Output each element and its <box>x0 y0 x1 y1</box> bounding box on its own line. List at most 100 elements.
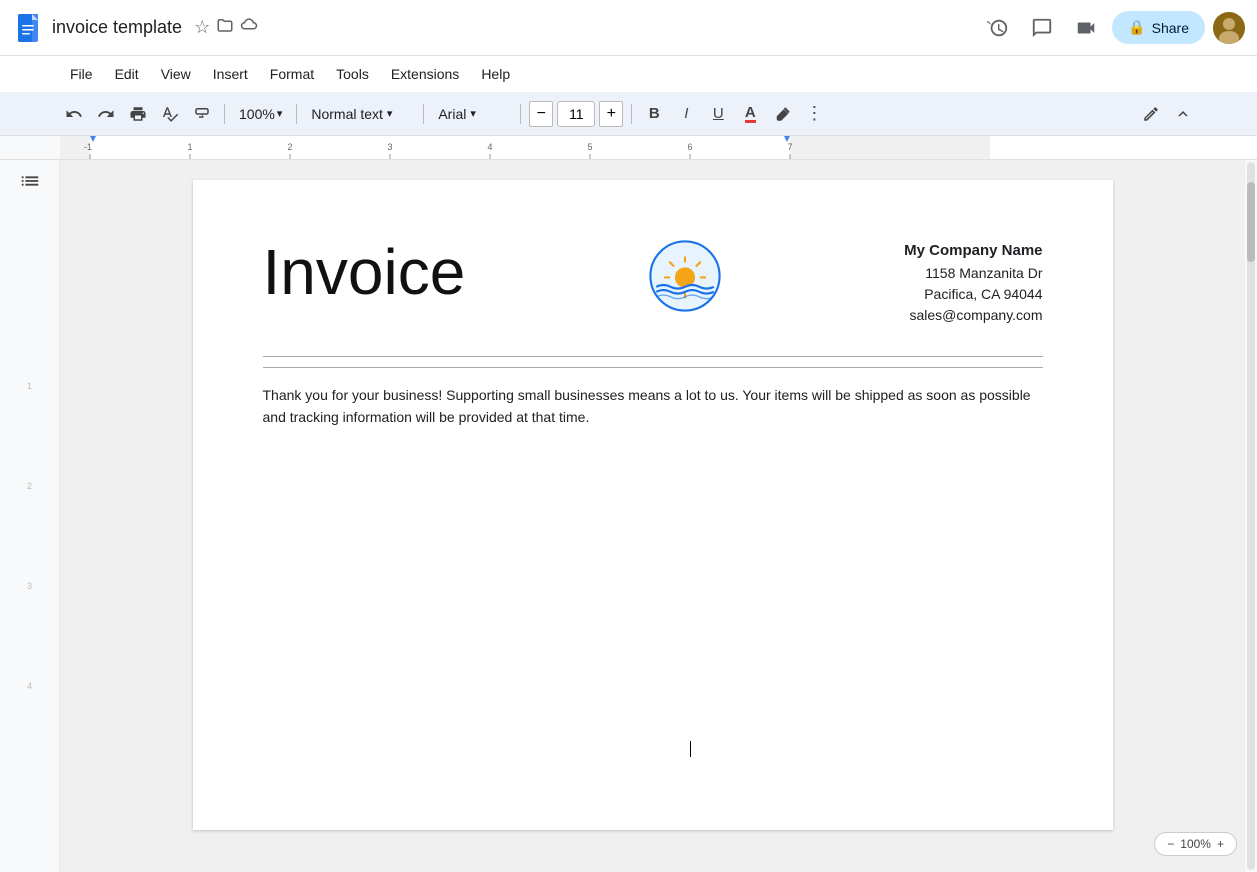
style-value: Normal text <box>311 106 383 122</box>
font-size-input[interactable] <box>557 101 595 127</box>
minus-label: − <box>537 105 546 123</box>
address-line2[interactable]: Pacifica, CA 94044 <box>904 284 1042 305</box>
svg-text:7: 7 <box>787 142 792 152</box>
font-color-button[interactable]: A <box>736 99 764 129</box>
share-label: Share <box>1152 20 1189 36</box>
menu-insert[interactable]: Insert <box>203 62 258 86</box>
cloud-icon[interactable] <box>240 16 258 39</box>
zoom-dropdown-icon: ▾ <box>277 107 283 120</box>
more-formatting-button[interactable]: ⋮ <box>800 99 828 129</box>
zoom-plus-icon[interactable]: + <box>1217 837 1224 851</box>
logo-area <box>649 240 721 312</box>
menu-bar: File Edit View Insert Format Tools Exten… <box>0 56 1257 92</box>
right-scrollbar[interactable] <box>1245 160 1257 872</box>
highlight-button[interactable] <box>768 99 796 129</box>
docs-icon <box>12 12 44 44</box>
star-icon[interactable]: ☆ <box>194 17 210 38</box>
plus-label: + <box>607 105 616 123</box>
zoom-value: 100% <box>239 106 275 122</box>
history-button[interactable] <box>980 10 1016 46</box>
spellcheck-button[interactable] <box>156 99 184 129</box>
svg-text:6: 6 <box>687 142 692 152</box>
text-cursor <box>690 740 692 758</box>
email[interactable]: sales@company.com <box>904 305 1042 326</box>
comment-button[interactable] <box>1024 10 1060 46</box>
undo-button[interactable] <box>60 99 88 129</box>
scroll-track[interactable] <box>1247 162 1255 870</box>
divider2 <box>296 104 297 124</box>
divider5 <box>631 104 632 124</box>
font-size-minus-button[interactable]: − <box>529 101 553 127</box>
doc-title[interactable]: invoice template <box>52 17 182 38</box>
paintformat-button[interactable] <box>188 99 216 129</box>
company-info: My Company Name 1158 Manzanita Dr Pacifi… <box>904 240 1042 326</box>
company-logo <box>649 240 721 312</box>
thank-you-text[interactable]: Thank you for your business! Supporting … <box>263 384 1043 429</box>
page: Invoice <box>193 180 1113 830</box>
more-label: ⋮ <box>805 103 823 124</box>
top-actions: 🔒 Share <box>980 10 1245 46</box>
svg-text:-1: -1 <box>84 142 92 152</box>
ruler: -1 1 2 3 4 5 6 7 <box>60 136 1257 159</box>
menu-help[interactable]: Help <box>471 62 520 86</box>
address-line1[interactable]: 1158 Manzanita Dr <box>904 263 1042 284</box>
svg-text:5: 5 <box>587 142 592 152</box>
underline-button[interactable]: U <box>704 99 732 129</box>
menu-format[interactable]: Format <box>260 62 324 86</box>
scroll-thumb[interactable] <box>1247 182 1255 262</box>
font-select[interactable]: Arial ▾ <box>432 99 512 129</box>
bold-button[interactable]: B <box>640 99 668 129</box>
ruler-mark-2: 2 <box>27 481 32 491</box>
style-dropdown-icon: ▾ <box>387 107 393 120</box>
svg-text:3: 3 <box>387 142 392 152</box>
redo-button[interactable] <box>92 99 120 129</box>
font-value: Arial <box>438 106 466 122</box>
svg-text:1: 1 <box>187 142 192 152</box>
pen-tool-button[interactable] <box>1137 99 1165 129</box>
main-area: 1 2 3 4 Invoice <box>0 160 1257 872</box>
italic-label: I <box>684 105 688 122</box>
menu-extensions[interactable]: Extensions <box>381 62 469 86</box>
divider3 <box>423 104 424 124</box>
svg-text:2: 2 <box>287 142 292 152</box>
italic-button[interactable]: I <box>672 99 700 129</box>
top-bar: invoice template ☆ 🔒 Share <box>0 0 1257 56</box>
zoom-percentage: 100% <box>1180 837 1211 851</box>
menu-tools[interactable]: Tools <box>326 62 379 86</box>
ruler-mark-3: 3 <box>27 581 32 591</box>
share-button[interactable]: 🔒 Share <box>1112 11 1205 44</box>
invoice-title-container: Invoice <box>263 240 466 304</box>
left-panel: 1 2 3 4 <box>0 160 60 872</box>
meet-button[interactable] <box>1068 10 1104 46</box>
outline-icon[interactable] <box>19 170 41 197</box>
zoom-select[interactable]: 100% ▾ <box>233 99 288 129</box>
toolbar: 100% ▾ Normal text ▾ Arial ▾ − + B I U A… <box>0 92 1257 136</box>
style-select[interactable]: Normal text ▾ <box>305 99 415 129</box>
zoom-minus-icon[interactable]: − <box>1167 837 1174 851</box>
folder-icon[interactable] <box>216 16 234 39</box>
title-icons: ☆ <box>194 16 258 39</box>
print-button[interactable] <box>124 99 152 129</box>
menu-view[interactable]: View <box>151 62 201 86</box>
invoice-title[interactable]: Invoice <box>263 240 466 304</box>
ruler-container: -1 1 2 3 4 5 6 7 <box>0 136 1257 160</box>
font-color-label: A <box>745 105 756 123</box>
menu-edit[interactable]: Edit <box>105 62 149 86</box>
share-lock-icon: 🔒 <box>1128 19 1145 36</box>
menu-file[interactable]: File <box>60 62 103 86</box>
font-size-plus-button[interactable]: + <box>599 101 623 127</box>
zoom-control[interactable]: − 100% + <box>1154 832 1237 856</box>
ruler-mark-1: 1 <box>27 381 32 391</box>
font-dropdown-icon: ▾ <box>470 107 476 120</box>
avatar[interactable] <box>1213 12 1245 44</box>
invoice-header: Invoice <box>263 240 1043 326</box>
collapse-toolbar-button[interactable] <box>1169 99 1197 129</box>
ruler-mark-4: 4 <box>27 681 32 691</box>
doc-area[interactable]: Invoice <box>60 160 1245 872</box>
svg-text:4: 4 <box>487 142 492 152</box>
bold-label: B <box>649 105 660 122</box>
divider4 <box>520 104 521 124</box>
company-name[interactable]: My Company Name <box>904 240 1042 263</box>
ruler-left-margin <box>0 136 60 159</box>
divider1 <box>224 104 225 124</box>
